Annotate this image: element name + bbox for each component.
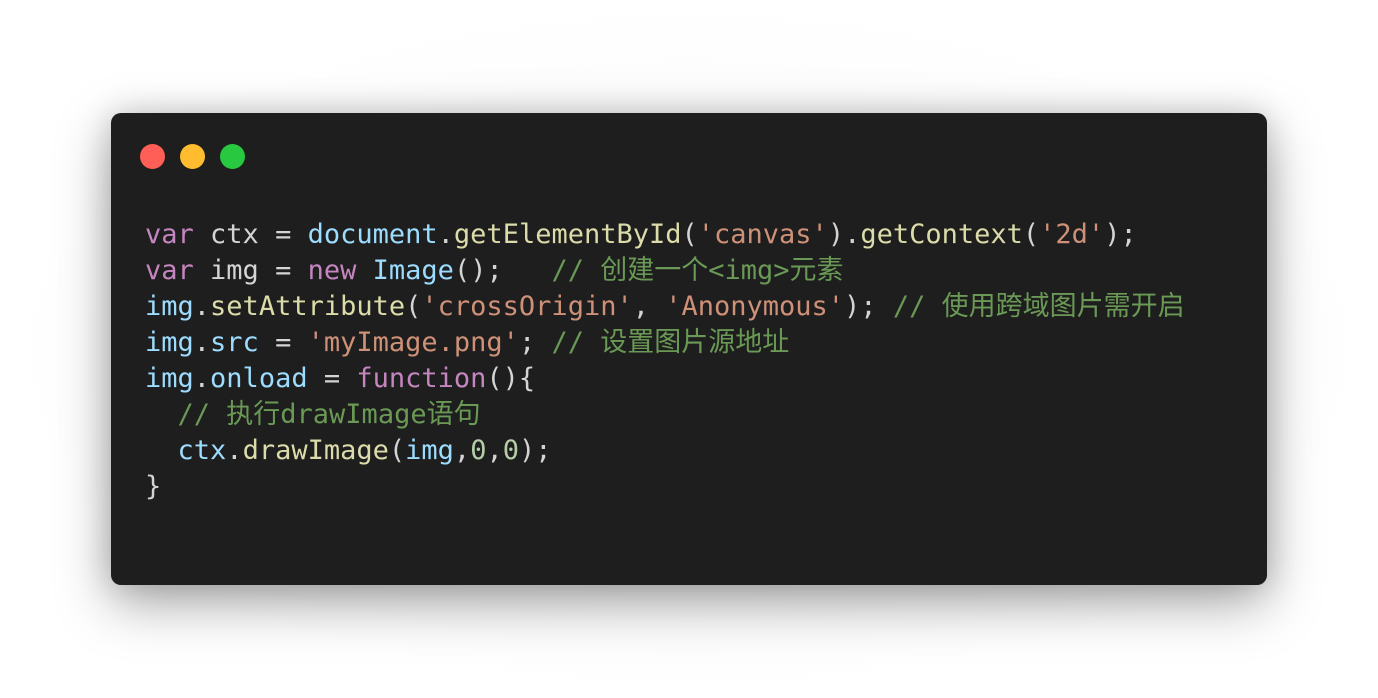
punctuation: ();	[453, 255, 503, 286]
string-literal: 'myImage.png'	[307, 327, 519, 358]
punctuation: (	[405, 291, 422, 322]
operator: =	[258, 219, 308, 250]
string-literal: 'crossOrigin'	[421, 291, 633, 322]
code-block: var ctx = document.getElementById('canva…	[145, 217, 1247, 505]
string-literal: '2d'	[1039, 219, 1105, 250]
punctuation: }	[145, 471, 162, 502]
function-name: drawImage	[242, 435, 389, 466]
code-line-2: var img = new Image(); // 创建一个<img>元素	[145, 253, 1247, 289]
punctuation: .	[226, 435, 243, 466]
code-line-8: }	[145, 469, 1247, 505]
comment: // 创建一个<img>元素	[551, 255, 844, 286]
operator: =	[258, 327, 308, 358]
keyword: var	[145, 255, 194, 286]
punctuation: .	[193, 327, 211, 358]
comment: // 使用跨域图片需开启	[892, 291, 1185, 322]
punctuation: );	[844, 291, 893, 322]
identifier: img	[405, 435, 454, 466]
keyword: function	[356, 363, 487, 394]
identifier: document	[307, 219, 438, 250]
comment: // 执行drawImage语句	[177, 399, 481, 430]
code-line-7: ctx.drawImage(img,0,0);	[145, 433, 1247, 469]
punctuation: );	[1104, 219, 1137, 250]
punctuation: ,	[632, 291, 666, 322]
punctuation: );	[518, 435, 552, 466]
code-line-1: var ctx = document.getElementById('canva…	[145, 217, 1247, 253]
function-name: setAttribute	[210, 291, 406, 322]
punctuation: .	[193, 291, 211, 322]
class-name: Image	[372, 255, 454, 286]
punctuation: ,	[486, 435, 503, 466]
maximize-button-icon[interactable]	[220, 144, 245, 169]
keyword: var	[145, 219, 194, 250]
punctuation: (	[681, 219, 698, 250]
close-button-icon[interactable]	[140, 144, 165, 169]
property: src	[210, 327, 259, 358]
punctuation: ,	[453, 435, 471, 466]
string-literal: 'canvas'	[697, 219, 828, 250]
operator: =	[258, 255, 308, 286]
function-name: getElementById	[453, 219, 682, 250]
function-name: getContext	[860, 219, 1023, 250]
code-line-5: img.onload = function(){	[145, 361, 1247, 397]
operator: =	[307, 363, 357, 394]
code-line-3: img.setAttribute('crossOrigin', 'Anonymo…	[145, 289, 1247, 325]
punctuation: (	[388, 435, 406, 466]
property: onload	[210, 363, 308, 394]
number-literal: 0	[502, 435, 519, 466]
keyword: new	[307, 255, 357, 286]
punctuation: (	[1022, 219, 1040, 250]
punctuation: (){	[486, 363, 536, 394]
identifier: img	[145, 327, 194, 358]
identifier: ctx	[177, 435, 227, 466]
code-line-4: img.src = 'myImage.png'; // 设置图片源地址	[145, 325, 1247, 361]
comment: // 设置图片源地址	[551, 327, 790, 358]
code-line-6: // 执行drawImage语句	[145, 397, 1247, 433]
punctuation: ).	[827, 219, 861, 250]
identifier: ctx	[210, 219, 259, 250]
punctuation: .	[193, 363, 211, 394]
string-literal: 'Anonymous'	[665, 291, 845, 322]
minimize-button-icon[interactable]	[180, 144, 205, 169]
window-controls	[140, 144, 245, 170]
code-window: var ctx = document.getElementById('canva…	[111, 113, 1267, 585]
identifier: img	[145, 363, 194, 394]
punctuation: .	[437, 219, 454, 250]
identifier: img	[210, 255, 259, 286]
identifier: img	[145, 291, 194, 322]
punctuation: ;	[518, 327, 552, 358]
number-literal: 0	[470, 435, 487, 466]
